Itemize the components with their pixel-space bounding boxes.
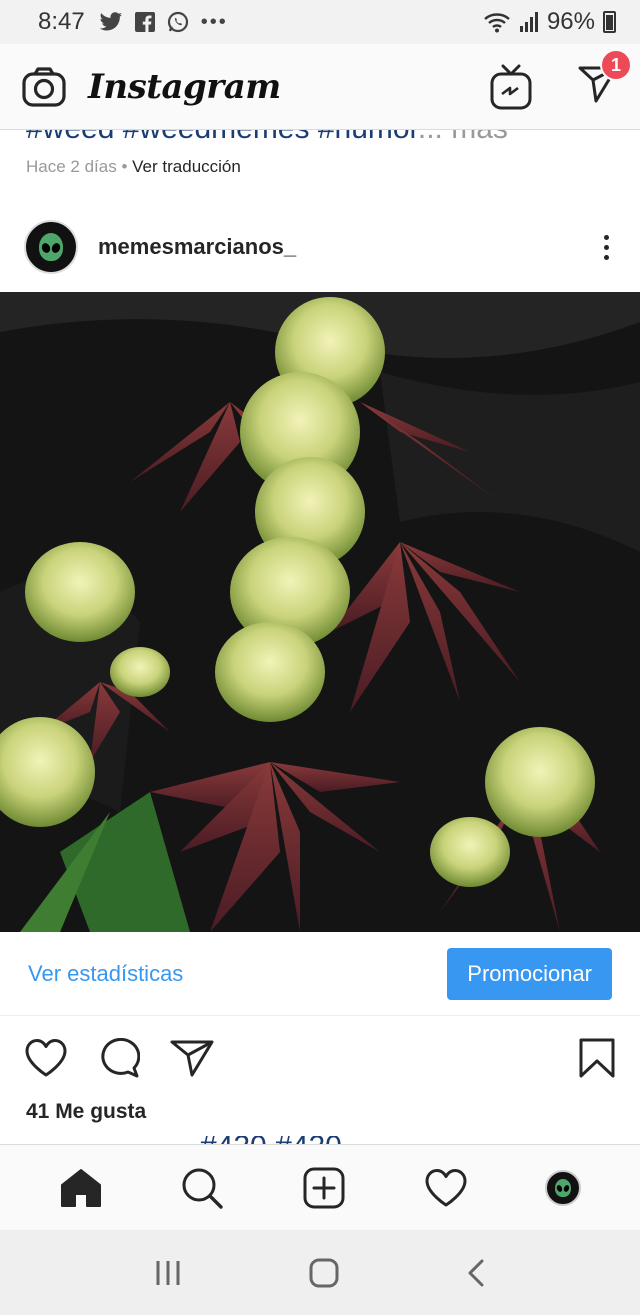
home-icon[interactable] [59,1168,103,1208]
alien-avatar-icon [39,233,63,261]
profile-tab-avatar[interactable] [545,1169,582,1206]
translate-link[interactable]: Ver traducción [132,157,241,176]
more-dots-icon: ••• [200,10,228,33]
system-nav-bar [0,1230,640,1315]
likes-count[interactable]: 41 Me gusta [26,1100,146,1124]
plant-photo [0,292,640,932]
new-post-icon[interactable] [302,1166,346,1210]
post-options-icon[interactable] [596,234,616,260]
notification-badge: 1 [600,49,632,81]
promote-button[interactable]: Promocionar [447,947,612,1000]
post-header: memesmarcianos_ [0,214,640,280]
bottom-nav [0,1144,640,1230]
camera-icon[interactable] [22,66,66,107]
battery-icon [603,11,616,33]
notification-icons: ••• [99,11,228,34]
direct-messages-button[interactable]: 1 [578,49,632,108]
whatsapp-icon [167,11,188,33]
battery-percent: 96% [546,8,595,35]
home-button-icon[interactable] [308,1257,340,1289]
bookmark-icon[interactable] [578,1037,616,1079]
post-time-ago: Hace 2 días [26,157,117,176]
signal-icon [519,12,538,32]
activity-heart-icon[interactable] [424,1168,468,1208]
alien-avatar-icon [555,1178,572,1197]
post-actions-left [24,1038,214,1078]
post-actions [0,1030,640,1086]
caption-cutoff: #420 #420 [0,1136,640,1144]
back-icon[interactable] [465,1258,487,1288]
instagram-logo: Instagram [88,66,281,107]
status-bar: 8:47 ••• 96% [0,0,640,44]
search-icon[interactable] [180,1166,224,1210]
meta-separator: • [121,157,128,176]
wifi-icon [484,13,510,33]
post-username[interactable]: memesmarcianos_ [98,234,296,260]
view-insights-link[interactable]: Ver estadísticas [28,961,183,987]
caption-hashtags-cut: #420 #420 [200,1136,640,1144]
facebook-icon [134,12,155,32]
twitter-icon [99,12,122,31]
avatar[interactable] [24,220,78,274]
post-image[interactable] [0,292,640,932]
status-right: 96% [483,8,616,36]
header-actions: 1 [490,49,632,110]
insights-row: Ver estadísticas Promocionar [0,932,640,1016]
app-header: Instagram 1 [0,44,640,130]
status-time: 8:47 [38,8,85,35]
previous-post-meta: Hace 2 días • Ver traducción [26,157,241,177]
share-icon[interactable] [170,1038,214,1078]
like-heart-icon[interactable] [24,1038,68,1078]
recent-apps-icon[interactable] [153,1259,183,1287]
igtv-icon[interactable] [490,64,532,110]
comment-icon[interactable] [98,1038,140,1078]
